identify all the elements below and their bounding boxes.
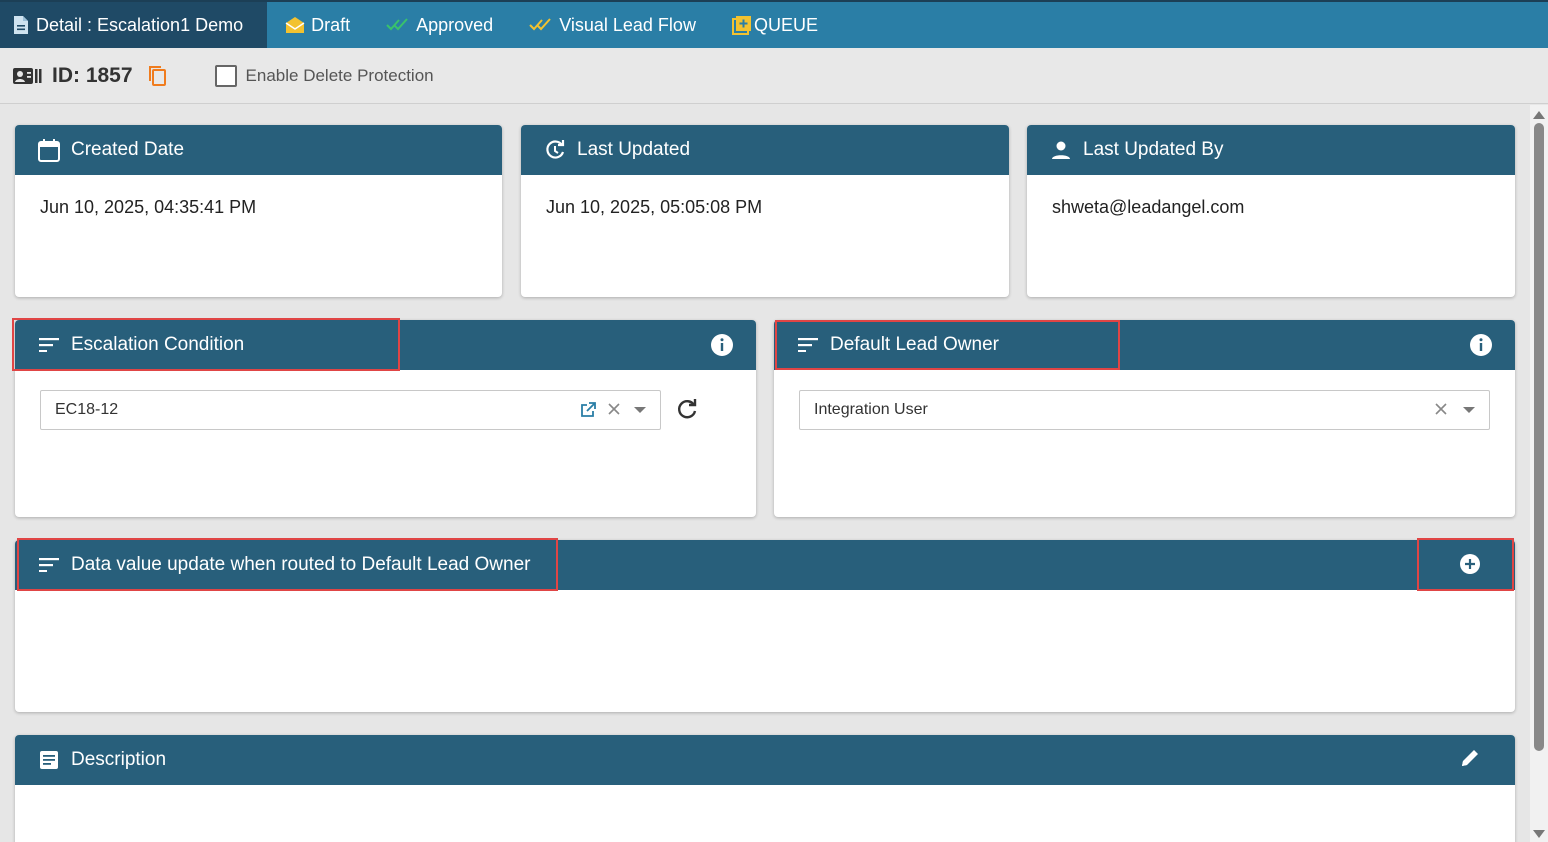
card-value: shweta@leadangel.com <box>1052 197 1245 217</box>
delete-protection-label: Enable Delete Protection <box>245 65 434 85</box>
scroll-up-arrow-icon[interactable] <box>1533 111 1545 119</box>
card-value: Jun 10, 2025, 05:05:08 PM <box>546 197 763 217</box>
id-text: ID: 1857 <box>52 63 133 87</box>
chevron-down-icon[interactable] <box>634 407 646 413</box>
tab-label: QUEUE <box>753 14 818 35</box>
card-header: Created Date <box>15 125 502 175</box>
card-title: Data value update when routed to Default… <box>71 554 531 575</box>
info-icon[interactable] <box>1469 333 1493 363</box>
sort-lines-icon <box>796 338 820 352</box>
tab-label: Draft <box>311 14 351 35</box>
id-card-icon <box>12 66 42 86</box>
tab-draft[interactable]: Draft <box>267 2 368 48</box>
top-tab-bar: Detail : Escalation1 Demo Draft Approved… <box>0 0 1548 48</box>
default-lead-owner-card: Default Lead Owner Integration User <box>774 320 1515 517</box>
card-title: Last Updated <box>577 139 691 160</box>
card-header: Data value update when routed to Default… <box>15 540 1515 590</box>
pencil-edit-icon[interactable] <box>1460 748 1480 768</box>
card-header: Last Updated <box>521 125 1009 175</box>
record-header: ID: 1857 Enable Delete Protection <box>0 48 1548 104</box>
delete-protection[interactable]: Enable Delete Protection <box>214 64 434 87</box>
card-title: Description <box>71 749 167 770</box>
tab-approved[interactable]: Approved <box>368 2 511 48</box>
tab-label: Approved <box>416 14 494 35</box>
sort-lines-icon <box>37 338 61 352</box>
tab-detail[interactable]: Detail : Escalation1 Demo <box>0 2 268 48</box>
tab-label: Detail : Escalation1 Demo <box>36 14 244 35</box>
tab-queue[interactable]: QUEUE <box>714 2 836 48</box>
refresh-clock-icon <box>543 139 567 161</box>
add-circle-icon[interactable] <box>1459 553 1481 575</box>
card-header: Description <box>15 735 1515 785</box>
delete-protection-checkbox[interactable] <box>214 64 237 87</box>
refresh-icon[interactable] <box>676 398 698 420</box>
card-title: Last Updated By <box>1083 139 1224 160</box>
default-lead-owner-select[interactable]: Integration User <box>799 390 1490 430</box>
tab-visual-lead-flow[interactable]: Visual Lead Flow <box>511 2 714 48</box>
double-check-icon <box>529 18 553 32</box>
envelope-icon <box>285 16 305 34</box>
document-icon <box>12 15 30 35</box>
card-header: Last Updated By <box>1027 125 1515 175</box>
clear-icon[interactable] <box>1435 403 1447 415</box>
record-id: ID: 1857 <box>12 64 167 88</box>
copy-icon[interactable] <box>147 65 167 87</box>
escalation-condition-select[interactable]: EC18-12 <box>40 390 661 430</box>
person-icon <box>1049 140 1073 160</box>
sort-lines-icon <box>37 558 61 572</box>
description-icon <box>37 750 61 770</box>
card-header: Default Lead Owner <box>774 320 1515 370</box>
card-header: Escalation Condition <box>15 320 756 370</box>
card-value: Jun 10, 2025, 04:35:41 PM <box>40 197 257 217</box>
escalation-condition-value: EC18-12 <box>55 401 119 418</box>
vertical-scrollbar[interactable] <box>1530 105 1548 842</box>
description-card: Description <box>15 735 1515 842</box>
double-check-icon <box>386 18 410 32</box>
clear-icon[interactable] <box>608 403 620 415</box>
info-icon[interactable] <box>710 333 734 363</box>
data-value-update-card: Data value update when routed to Default… <box>15 540 1515 712</box>
calendar-icon <box>37 138 61 162</box>
last-updated-by-card: Last Updated By shweta@leadangel.com <box>1027 125 1515 297</box>
open-external-icon[interactable] <box>580 402 596 418</box>
scroll-down-arrow-icon[interactable] <box>1533 830 1545 838</box>
card-title: Created Date <box>71 139 185 160</box>
card-title: Escalation Condition <box>71 334 245 355</box>
default-lead-owner-value: Integration User <box>814 401 928 418</box>
chevron-down-icon[interactable] <box>1463 407 1475 413</box>
card-title: Default Lead Owner <box>830 334 999 355</box>
escalation-condition-card: Escalation Condition EC18-12 <box>15 320 756 517</box>
tab-label: Visual Lead Flow <box>559 14 696 35</box>
scroll-thumb[interactable] <box>1534 123 1544 751</box>
created-date-card: Created Date Jun 10, 2025, 04:35:41 PM <box>15 125 502 297</box>
last-updated-card: Last Updated Jun 10, 2025, 05:05:08 PM <box>521 125 1009 297</box>
queue-add-icon <box>731 15 752 35</box>
